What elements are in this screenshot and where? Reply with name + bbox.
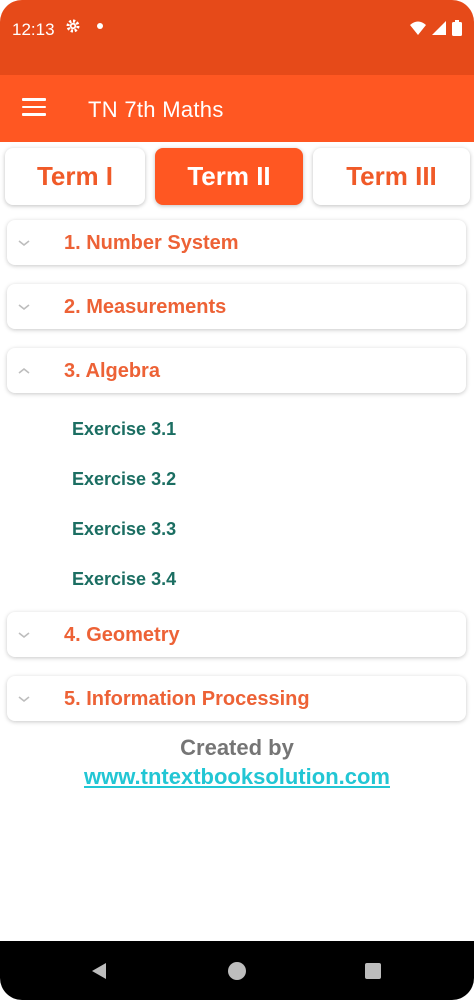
- app-title: TN 7th Maths: [88, 97, 224, 122]
- term-tabs: Term I Term II Term III: [0, 142, 474, 210]
- exercise-item-3-2[interactable]: Exercise 3.2: [72, 469, 176, 490]
- chapter-label: 1. Number System: [64, 232, 239, 254]
- system-nav-bar: [0, 941, 474, 1000]
- notification-dot-icon: [96, 17, 104, 35]
- status-icons: [410, 20, 462, 36]
- app-bar: TN 7th Maths: [0, 75, 474, 142]
- chevron-down-icon: [18, 696, 30, 703]
- chevron-down-icon: [18, 304, 30, 311]
- chapter-label: 3. Algebra: [64, 360, 160, 382]
- status-bar: 12:13: [0, 0, 474, 75]
- chapter-row-geometry[interactable]: 4. Geometry: [7, 612, 466, 657]
- chevron-down-icon: [18, 240, 30, 247]
- tab-term-2[interactable]: Term II: [155, 148, 303, 205]
- back-icon[interactable]: [91, 962, 107, 985]
- wifi-icon: [410, 21, 426, 35]
- app-frame: 12:13 TN 7th Maths Term I Term II Term I…: [0, 0, 474, 1000]
- credit-title: Created by: [180, 735, 294, 760]
- tab-term-1[interactable]: Term I: [5, 148, 145, 205]
- chapter-row-number-system[interactable]: 1. Number System: [7, 220, 466, 265]
- exercise-item-3-4[interactable]: Exercise 3.4: [72, 569, 176, 590]
- chapter-label: 2. Measurements: [64, 296, 227, 318]
- recents-icon[interactable]: [365, 963, 381, 979]
- tab-term-3[interactable]: Term III: [313, 148, 470, 205]
- chevron-up-icon: [18, 367, 30, 374]
- gear-icon: [65, 18, 81, 39]
- home-icon[interactable]: [228, 962, 246, 980]
- chapter-label: 5. Information Processing: [64, 688, 310, 710]
- chapter-row-algebra[interactable]: 3. Algebra: [7, 348, 466, 393]
- exercise-item-3-1[interactable]: Exercise 3.1: [72, 419, 176, 440]
- chapter-row-information-processing[interactable]: 5. Information Processing: [7, 676, 466, 721]
- chapter-row-measurements[interactable]: 2. Measurements: [7, 284, 466, 329]
- cell-signal-icon: [432, 21, 446, 35]
- hamburger-menu-icon[interactable]: [22, 98, 46, 118]
- exercise-item-3-3[interactable]: Exercise 3.3: [72, 519, 176, 540]
- chevron-down-icon: [18, 632, 30, 639]
- status-time: 12:13: [12, 20, 55, 39]
- battery-icon: [452, 20, 462, 36]
- credit-link[interactable]: www.tntextbooksolution.com: [0, 764, 474, 790]
- chapter-label: 4. Geometry: [64, 624, 180, 646]
